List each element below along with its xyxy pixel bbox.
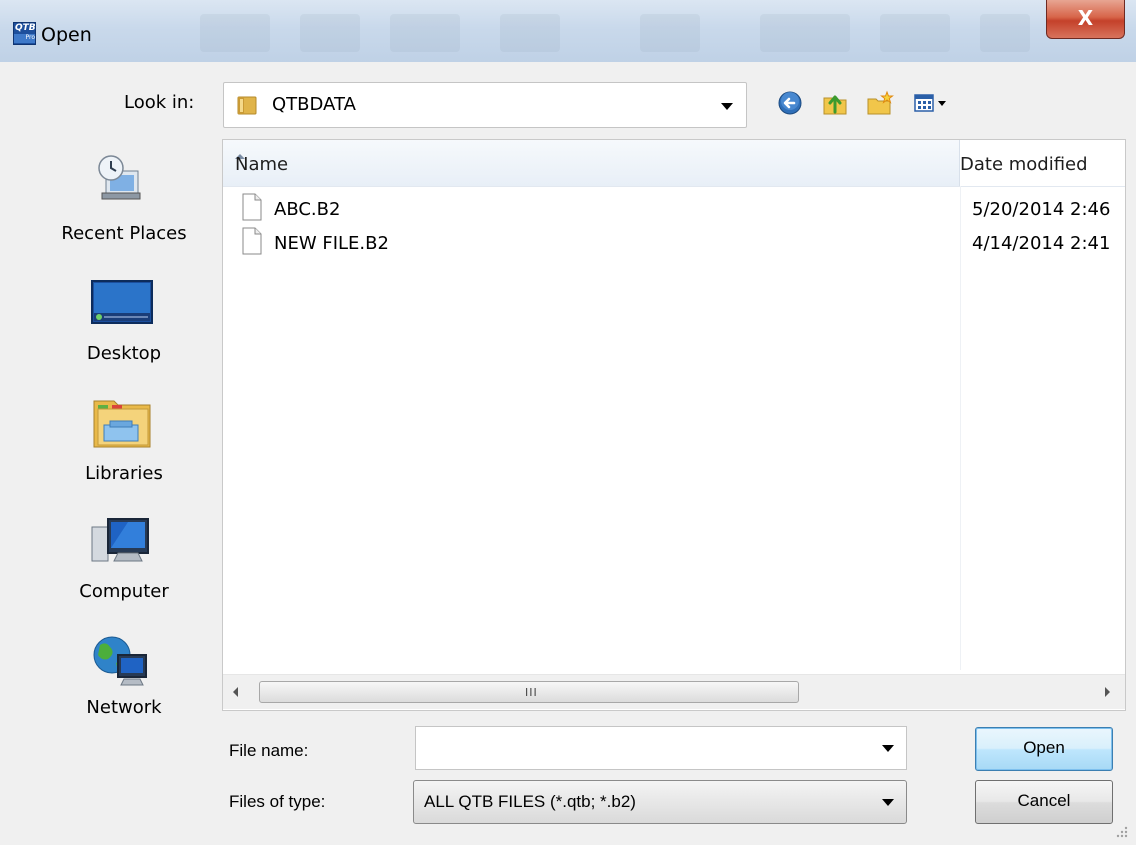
- background-ghost: [200, 14, 270, 52]
- background-ghost: [300, 14, 360, 52]
- look-in-label: Look in:: [124, 92, 195, 113]
- background-ghost: [640, 14, 700, 52]
- file-name-combo[interactable]: [415, 726, 907, 770]
- chevron-down-icon[interactable]: [882, 799, 894, 806]
- scrollbar-grip: III: [525, 686, 538, 699]
- libraries-icon: [93, 400, 151, 448]
- resize-grip-icon[interactable]: [1110, 820, 1130, 840]
- column-header-name[interactable]: Name: [223, 140, 960, 186]
- place-libraries[interactable]: Libraries: [38, 395, 210, 491]
- view-menu-icon[interactable]: [912, 88, 954, 118]
- background-ghost: [880, 14, 950, 52]
- background-ghost: [500, 14, 560, 52]
- place-label: Computer: [79, 581, 169, 602]
- file-icon: [242, 227, 262, 255]
- title-bar[interactable]: QTB Pro Open X: [0, 0, 1136, 62]
- network-icon: [93, 636, 147, 686]
- background-ghost: [760, 14, 850, 52]
- file-name: ABC.B2: [274, 199, 341, 220]
- place-network[interactable]: Network: [38, 633, 210, 729]
- places-bar: Recent Places Desktop Libraries Computer…: [38, 139, 210, 789]
- open-button[interactable]: Open: [975, 727, 1113, 771]
- file-name-input[interactable]: [422, 735, 866, 761]
- column-header-date-modified[interactable]: Date modified: [960, 140, 1125, 186]
- place-recent-places[interactable]: Recent Places: [38, 153, 210, 253]
- chevron-down-icon[interactable]: [882, 745, 894, 752]
- folder-icon: [237, 96, 257, 115]
- file-date: 4/14/2014 2:41: [972, 233, 1111, 254]
- recent-places-icon: [98, 155, 141, 200]
- look-in-dropdown[interactable]: QTBDATA: [223, 82, 747, 128]
- cancel-button[interactable]: Cancel: [975, 780, 1113, 824]
- column-header-row: Name Date modified: [223, 140, 1125, 187]
- file-row[interactable]: NEW FILE.B2 4/14/2014 2:41: [223, 226, 1125, 260]
- scrollbar-thumb[interactable]: III: [259, 681, 799, 703]
- files-of-type-dropdown[interactable]: ALL QTB FILES (*.qtb; *.b2): [413, 780, 907, 824]
- look-in-value: QTBDATA: [272, 94, 356, 115]
- new-folder-icon[interactable]: [865, 88, 895, 118]
- app-icon-subtext: Pro: [14, 34, 35, 43]
- files-of-type-value: ALL QTB FILES (*.qtb; *.b2): [424, 792, 636, 811]
- scroll-right-icon[interactable]: [1105, 687, 1110, 697]
- place-computer[interactable]: Computer: [38, 513, 210, 609]
- background-ghost: [390, 14, 460, 52]
- open-dialog: QTB Pro Open X Look in: QTBDATA Recent P…: [0, 0, 1136, 845]
- back-icon[interactable]: [775, 88, 805, 118]
- file-date: 5/20/2014 2:46: [972, 199, 1111, 220]
- column-header-label: Name: [235, 154, 289, 175]
- computer-icon: [91, 518, 149, 562]
- place-label: Recent Places: [61, 223, 187, 244]
- place-label: Desktop: [86, 343, 162, 364]
- qtb-pro-icon: QTB Pro: [13, 22, 36, 45]
- column-header-label: Date modified: [960, 154, 1088, 175]
- horizontal-scrollbar[interactable]: III: [223, 674, 1125, 709]
- window-title: Open: [41, 24, 92, 46]
- file-name: NEW FILE.B2: [274, 233, 389, 254]
- file-name-label: File name:: [229, 741, 309, 760]
- file-icon: [242, 193, 262, 221]
- background-ghost: [980, 14, 1030, 52]
- place-label: Network: [86, 697, 162, 718]
- close-icon: X: [1077, 6, 1094, 30]
- up-folder-icon[interactable]: [820, 88, 850, 118]
- app-icon-text: QTB: [15, 23, 36, 33]
- file-list[interactable]: Name Date modified ABC.B2 5/20/2014 2:46…: [222, 139, 1126, 711]
- file-row[interactable]: ABC.B2 5/20/2014 2:46: [223, 192, 1125, 226]
- scroll-left-icon[interactable]: [233, 687, 238, 697]
- place-desktop[interactable]: Desktop: [38, 277, 210, 373]
- files-of-type-label: Files of type:: [229, 792, 326, 811]
- desktop-icon: [91, 280, 153, 324]
- place-label: Libraries: [85, 463, 163, 484]
- close-button[interactable]: X: [1046, 0, 1125, 39]
- chevron-down-icon[interactable]: [721, 103, 733, 110]
